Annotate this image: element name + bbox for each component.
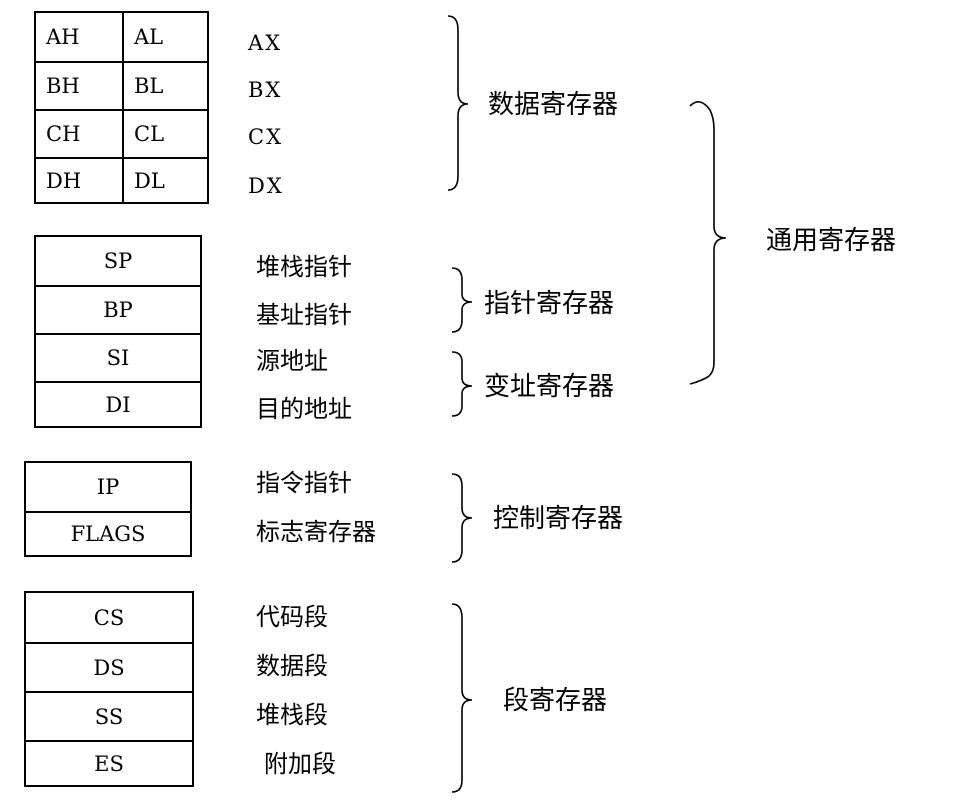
brace-data-registers: [447, 15, 469, 191]
brace-pointer-registers: [451, 267, 473, 333]
brace-segment-registers: [451, 603, 473, 793]
register-diagram: AH AL BH BL CH CL DH DL SP BP SI DI IP F…: [0, 0, 968, 804]
brace-index-registers: [451, 351, 473, 417]
brace-general-registers: [689, 101, 727, 385]
brace-control-registers: [451, 473, 473, 563]
braces-layer: [447, 15, 727, 793]
